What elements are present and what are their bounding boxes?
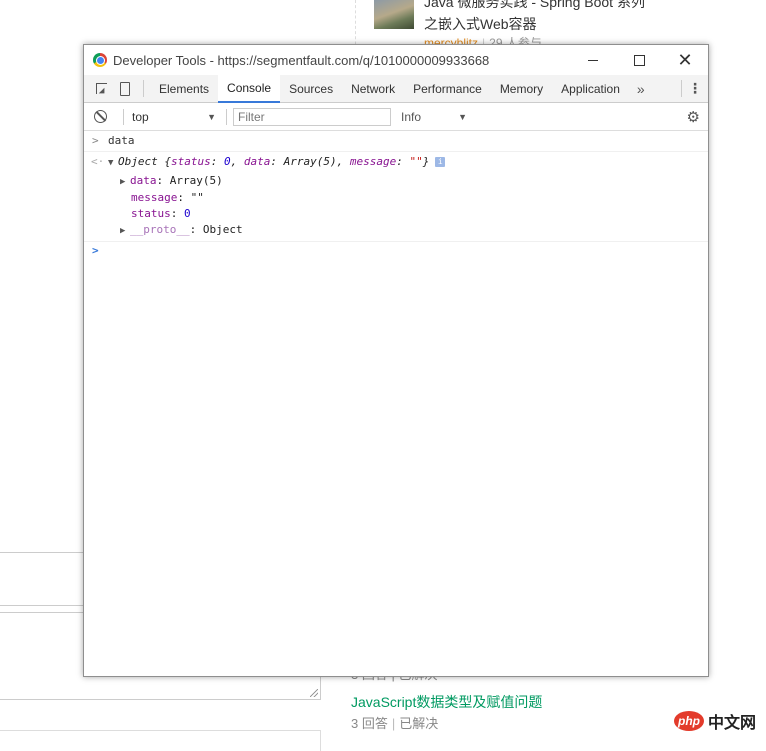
php-cn-watermark: php 中文网 [674,708,760,734]
dropdown-arrow-icon: ▼ [207,111,216,122]
toolbar-divider [123,108,124,125]
console-result-message: <· ▼ Object {status: 0, data: Array(5), m… [84,152,708,242]
related-question-meta: 3 回答 | 已解决 [351,713,438,732]
console-toolbar: top ▼ Info ▼ ⚙ [84,103,708,131]
tab-memory[interactable]: Memory [491,75,552,102]
clear-console-icon[interactable] [94,110,107,123]
console-input-message: > data [84,131,708,152]
expand-arrow-icon[interactable]: ▶ [120,174,130,190]
article-title[interactable]: Java 微服务实践 - Spring Boot 系列之嵌入式Web容器 [424,0,654,35]
related-question-title[interactable]: JavaScript数据类型及赋值问题 [351,692,542,712]
result-object-header[interactable]: <· ▼ Object {status: 0, data: Array(5), m… [84,152,708,173]
tab-console[interactable]: Console [218,75,281,103]
context-value: top [132,109,149,124]
expand-arrow-icon[interactable]: ▶ [120,223,130,239]
device-toolbar-icon[interactable] [113,75,137,102]
tree-row-data[interactable]: ▶ data: Array(5) [108,173,708,190]
filter-input[interactable] [233,107,391,126]
maximize-button[interactable] [616,45,662,75]
bottom-panel [0,730,321,751]
inspect-element-icon[interactable] [89,75,113,102]
watermark-site-name: 中文网 [708,715,757,732]
tab-network[interactable]: Network [342,75,404,102]
window-title: Developer Tools - https://segmentfault.c… [113,52,490,68]
log-level-value: Info [401,109,422,124]
tab-divider [143,80,144,97]
question-status: 已解决 [399,716,439,731]
close-button[interactable]: ✕ [662,45,708,75]
devtools-window: Developer Tools - https://segmentfault.c… [83,44,709,677]
tab-elements[interactable]: Elements [150,75,218,102]
more-tabs-icon[interactable]: » [629,75,653,102]
tab-performance[interactable]: Performance [404,75,491,102]
log-level-selector[interactable]: Info ▼ [401,110,467,124]
context-selector[interactable]: top ▼ [130,110,220,124]
expand-arrow-icon[interactable]: ▼ [108,155,118,171]
settings-gear-icon[interactable]: ⚙ [687,108,700,126]
toolbar-divider [226,108,227,125]
object-preview: Object {status: 0, data: Array(5), messa… [118,155,430,168]
info-icon[interactable]: i [435,157,446,167]
minimize-button[interactable] [570,45,616,75]
devtools-tabbar: Elements Console Sources Network Perform… [84,75,708,103]
tab-sources[interactable]: Sources [280,75,342,102]
tab-application[interactable]: Application [552,75,629,102]
console-prompt[interactable]: > [84,242,708,260]
meta-separator: | [391,716,396,731]
console-output: > data <· ▼ Object {status: 0, data: Arra… [84,131,708,260]
php-logo-icon: php [674,711,704,731]
input-chevron-icon: > [92,134,99,147]
prompt-chevron-icon: > [92,244,99,257]
result-arrow-icon: <· [91,155,105,168]
dropdown-arrow-icon: ▼ [458,111,467,122]
tree-row-proto[interactable]: ▶ __proto__: Object [108,222,708,239]
comment-input-box[interactable] [0,552,87,606]
input-command: data [108,134,135,147]
chrome-logo-icon [93,53,107,67]
resize-grip-icon[interactable] [310,689,318,697]
article-thumbnail[interactable] [374,0,414,29]
question-answers-count: 3 回答 [351,716,388,731]
tree-row-status: status: 0 [131,207,191,220]
tree-row-message: message: "" [131,191,204,204]
customize-menu-icon[interactable]: ⋮ [682,75,708,102]
window-titlebar[interactable]: Developer Tools - https://segmentfault.c… [84,45,708,75]
